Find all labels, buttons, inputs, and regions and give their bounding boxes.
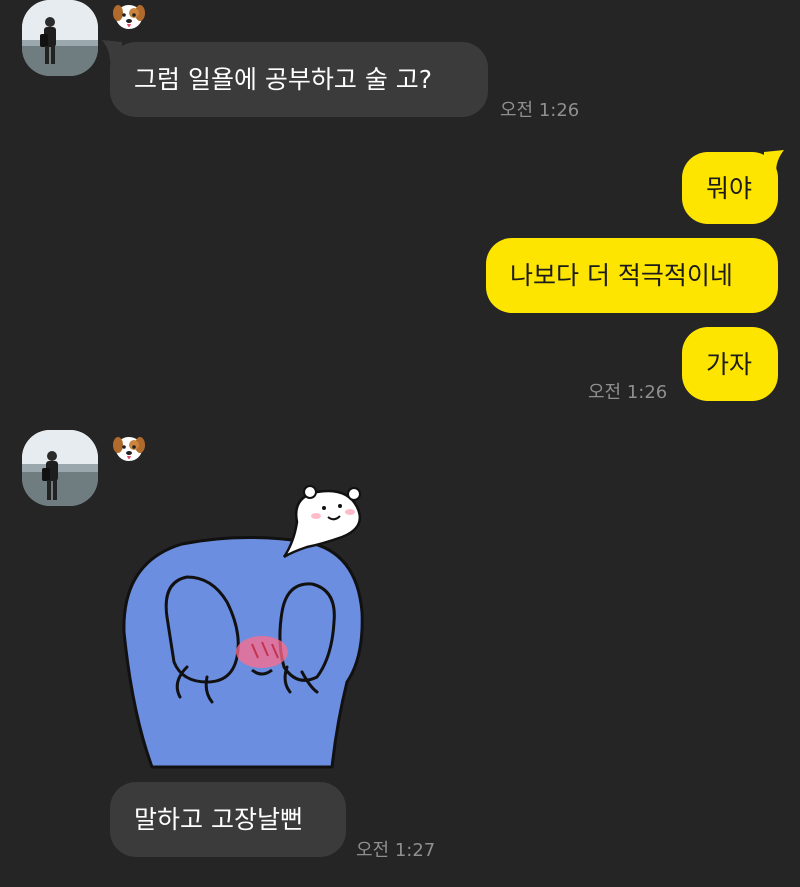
message-text: 말하고 고장날뻔 (134, 805, 303, 834)
dog-emoji-icon (112, 0, 146, 34)
person-photo-icon (22, 430, 98, 506)
avatar[interactable] (22, 0, 98, 76)
message-bubble[interactable]: 나보다 더 적극적이네 (486, 238, 778, 313)
message-text: 그럼 일욜에 공부하고 술 고? (134, 65, 433, 94)
message-bubble[interactable]: 가자 (682, 327, 778, 401)
message-time: 오전 1:26 (500, 100, 580, 121)
blue-bear-covering-face-sticker[interactable] (112, 482, 412, 772)
message-text: 가자 (706, 349, 753, 379)
message-bubble[interactable]: 말하고 고장날뻔 (110, 782, 346, 857)
message-text: 뭐야 (706, 173, 753, 203)
message-text: 나보다 더 적극적이네 (510, 261, 733, 290)
person-photo-icon (22, 0, 98, 76)
message-time: 오전 1:27 (356, 840, 436, 861)
dog-emoji-icon (112, 432, 146, 466)
message-time: 오전 1:26 (588, 382, 668, 403)
message-bubble[interactable]: 뭐야 (682, 152, 778, 224)
avatar[interactable] (22, 430, 98, 506)
message-bubble[interactable]: 그럼 일욜에 공부하고 술 고? (110, 42, 488, 117)
